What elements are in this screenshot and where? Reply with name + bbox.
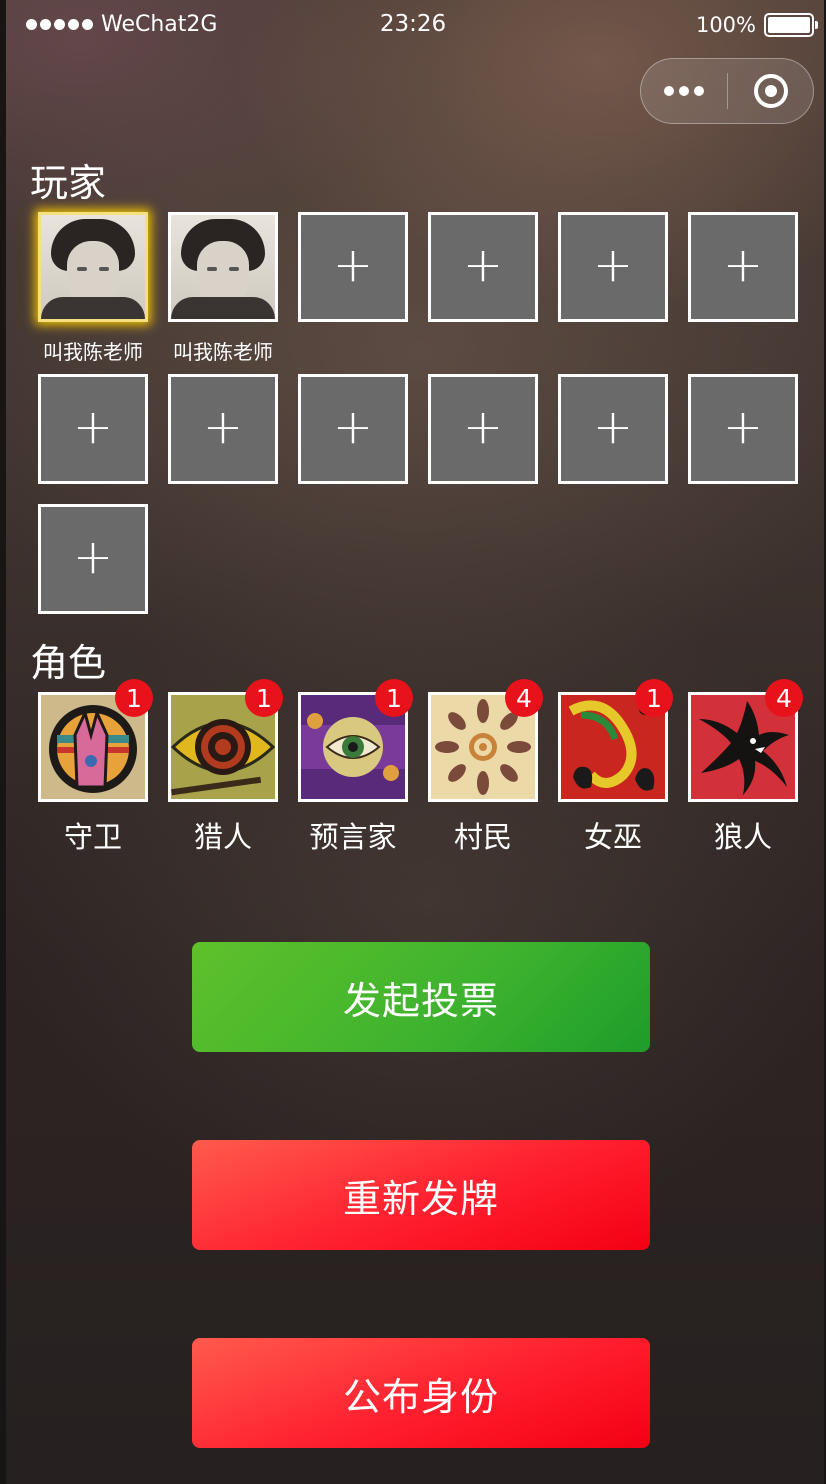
start-vote-button[interactable]: 发起投票 — [192, 942, 650, 1052]
add-icon: + — [202, 399, 244, 455]
empty-player-slot[interactable]: + — [168, 374, 278, 484]
add-icon: + — [332, 237, 374, 293]
role-count-badge: 4 — [505, 679, 543, 717]
empty-player-slot[interactable]: + — [298, 212, 408, 322]
role-seer[interactable]: 1 — [298, 679, 413, 802]
role-count-badge: 1 — [245, 679, 283, 717]
more-dots-icon — [664, 86, 674, 96]
add-icon: + — [592, 399, 634, 455]
player-avatar — [171, 215, 275, 319]
add-icon: + — [722, 237, 764, 293]
player-name: 叫我陈老师 — [173, 340, 273, 364]
role-werewolf[interactable]: 4 — [688, 679, 803, 802]
role-guard[interactable]: 1 — [38, 679, 153, 802]
add-icon: + — [332, 399, 374, 455]
role-count-badge: 1 — [375, 679, 413, 717]
battery-info: 100% — [695, 13, 818, 37]
player-slot-1[interactable] — [38, 212, 148, 322]
reveal-identity-button[interactable]: 公布身份 — [192, 1338, 650, 1448]
add-icon: + — [72, 529, 114, 585]
battery-percent: 100% — [695, 13, 756, 37]
empty-player-slot[interactable]: + — [428, 212, 538, 322]
players-title: 玩家 — [30, 161, 107, 205]
left-edge — [0, 0, 6, 1484]
battery-icon — [764, 13, 818, 37]
empty-player-slot[interactable]: + — [38, 504, 148, 614]
roles-title: 角色 — [30, 641, 107, 685]
more-button[interactable] — [641, 59, 727, 123]
add-icon: + — [592, 237, 634, 293]
miniprogram-capsule — [640, 58, 814, 124]
role-hunter[interactable]: 1 — [168, 679, 283, 802]
empty-player-slot[interactable]: + — [558, 212, 668, 322]
role-label: 守卫 — [63, 820, 122, 854]
add-icon: + — [462, 399, 504, 455]
role-count-badge: 1 — [115, 679, 153, 717]
empty-player-slot[interactable]: + — [38, 374, 148, 484]
role-label: 女巫 — [583, 820, 642, 854]
add-icon: + — [722, 399, 764, 455]
empty-player-slot[interactable]: + — [688, 212, 798, 322]
empty-player-slot[interactable]: + — [688, 374, 798, 484]
role-villager[interactable]: 4 — [428, 679, 543, 802]
add-icon: + — [462, 237, 504, 293]
empty-player-slot[interactable]: + — [428, 374, 538, 484]
role-label: 猎人 — [193, 820, 252, 854]
close-circle-icon — [753, 74, 788, 108]
role-label: 村民 — [453, 820, 512, 854]
role-witch[interactable]: 1 — [558, 679, 673, 802]
role-label: 预言家 — [309, 820, 397, 854]
close-button[interactable] — [728, 74, 813, 108]
role-count-badge: 1 — [635, 679, 673, 717]
add-icon: + — [72, 399, 114, 455]
empty-player-slot[interactable]: + — [298, 374, 408, 484]
status-bar: WeChat2G 23:26 100% — [0, 0, 826, 52]
player-name: 叫我陈老师 — [43, 340, 143, 364]
redeal-button[interactable]: 重新发牌 — [192, 1140, 650, 1250]
role-count-badge: 4 — [765, 679, 803, 717]
empty-player-slot[interactable]: + — [558, 374, 668, 484]
role-label: 狼人 — [713, 820, 772, 854]
player-avatar — [41, 215, 145, 319]
player-slot-2[interactable] — [168, 212, 278, 322]
